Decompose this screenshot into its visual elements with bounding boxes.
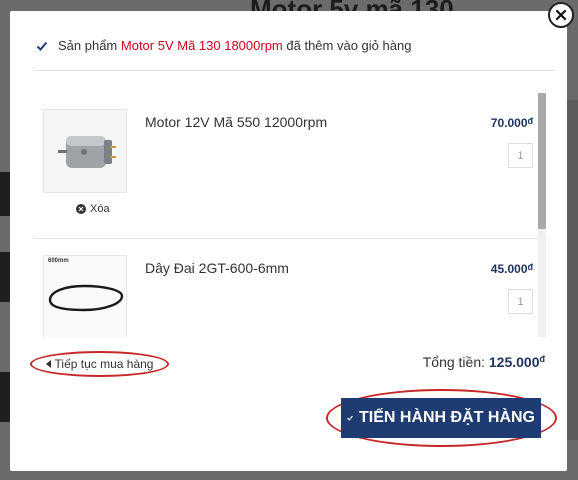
price-currency: đ	[527, 262, 534, 272]
quantity-input[interactable]: 1	[508, 289, 533, 314]
remove-item-button[interactable]: Xóa	[76, 203, 110, 215]
added-to-cart-notice: Sản phẩm Motor 5V Mã 130 18000rpm đã thê…	[36, 38, 411, 53]
price-currency: đ	[527, 116, 534, 126]
checkout-highlight: TIẾN HÀNH ĐẶT HÀNG	[326, 389, 557, 447]
continue-label: Tiếp tục mua hàng	[54, 357, 154, 371]
close-button[interactable]	[548, 2, 574, 28]
cart-item-price: 45.000đ	[491, 262, 533, 276]
checkout-label: TIẾN HÀNH ĐẶT HÀNG	[359, 409, 535, 426]
cart-item-name[interactable]: Dây Đai 2GT-600-6mm	[145, 260, 289, 276]
check-icon	[347, 415, 353, 421]
notice-product-link[interactable]: Motor 5V Mã 130 18000rpm	[121, 38, 283, 53]
divider	[34, 70, 555, 71]
total-amount: 125.000	[488, 354, 540, 370]
cart-item-list[interactable]: Motor 12V Mã 550 12000rpm 70.000đ 1 Xóa …	[34, 93, 547, 337]
background-strip	[0, 172, 10, 216]
price-value: 70.000	[490, 116, 528, 130]
remove-icon	[76, 204, 86, 214]
remove-label: Xóa	[90, 203, 110, 215]
motor-image	[44, 110, 126, 192]
cart-item: Motor 12V Mã 550 12000rpm 70.000đ 1 Xóa	[34, 93, 547, 238]
quantity-input[interactable]: 1	[508, 143, 533, 168]
cart-item-price: 70.000đ	[491, 116, 533, 130]
belt-image	[48, 284, 124, 312]
price-value: 45.000	[490, 262, 528, 276]
cart-total: Tổng tiền: 125.000đ	[423, 354, 545, 370]
background-strip	[0, 372, 10, 422]
thumb-size-label: 600mm	[48, 258, 69, 264]
check-icon	[36, 41, 48, 51]
scrollbar[interactable]	[538, 93, 546, 337]
continue-shopping-link[interactable]: Tiếp tục mua hàng	[30, 351, 169, 377]
caret-left-icon	[45, 360, 51, 368]
checkout-button[interactable]: TIẾN HÀNH ĐẶT HÀNG	[341, 398, 541, 438]
product-thumbnail-belt[interactable]: 600mm	[43, 255, 127, 337]
total-currency: đ	[539, 354, 546, 364]
background-strip	[567, 100, 578, 440]
cart-modal: Sản phẩm Motor 5V Mã 130 18000rpm đã thê…	[10, 11, 567, 471]
cart-item-name[interactable]: Motor 12V Mã 550 12000rpm	[145, 114, 327, 130]
notice-suffix: đã thêm vào giỏ hàng	[286, 38, 412, 53]
cart-item: 600mm Dây Đai 2GT-600-6mm 45.000đ 1	[34, 238, 547, 337]
close-icon	[556, 10, 566, 20]
product-thumbnail-motor[interactable]	[43, 109, 127, 193]
total-label: Tổng tiền:	[422, 354, 485, 370]
notice-prefix: Sản phẩm	[58, 38, 118, 53]
scrollbar-thumb[interactable]	[538, 93, 546, 229]
background-strip	[0, 252, 10, 302]
